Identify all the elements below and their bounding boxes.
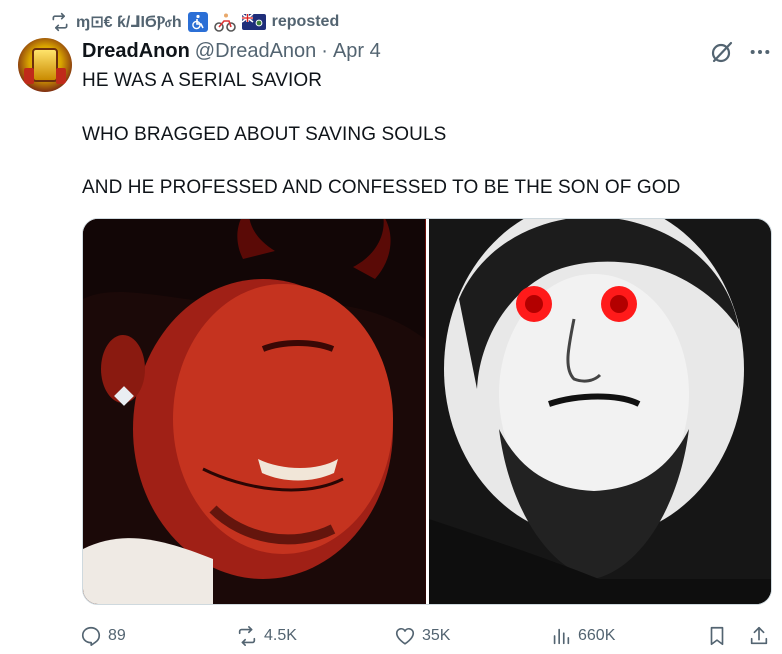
repost-button[interactable]: 4.5K <box>236 622 297 650</box>
avatar[interactable] <box>18 38 72 92</box>
views-count: 660K <box>578 627 616 644</box>
jesus-icon-art <box>428 219 771 604</box>
post-text-line-3: AND HE PROFESSED AND CONFESSED TO BE THE… <box>82 177 681 198</box>
grok-icon[interactable] <box>708 38 736 66</box>
post-actions: 89 4.5K 35K 660K <box>80 622 774 650</box>
cyclist-emoji-icon <box>213 13 236 32</box>
reposter-name[interactable]: ɱ⊡€ ƙ/⅃ΙϬⲢⳝh <box>76 12 182 32</box>
repost-label: reposted <box>271 13 340 30</box>
bookmark-button[interactable] <box>706 622 728 650</box>
devil-portrait-art <box>83 219 425 604</box>
more-icon[interactable] <box>746 38 774 66</box>
reply-count: 89 <box>108 627 126 644</box>
post-date[interactable]: Apr 4 <box>333 40 381 63</box>
repost-context[interactable]: ɱ⊡€ ƙ/⅃ΙϬⲢⳝh reposted <box>50 10 339 34</box>
separator-dot: · <box>321 39 328 62</box>
repost-icon <box>52 12 68 32</box>
reply-button[interactable]: 89 <box>80 622 126 650</box>
flag-emoji-icon <box>241 14 266 30</box>
avatar-art-center <box>32 48 58 82</box>
bookmark-icon <box>710 626 724 646</box>
like-count: 35K <box>422 627 451 644</box>
display-name[interactable]: DreadAnon <box>82 40 190 63</box>
post-media[interactable] <box>82 218 772 605</box>
like-button[interactable]: 35K <box>394 622 450 650</box>
post-header: DreadAnon @DreadAnon · Apr 4 <box>82 38 381 64</box>
wheelchair-emoji-icon <box>187 12 208 32</box>
more-dots-glyph <box>750 49 770 55</box>
repost-count: 4.5K <box>264 627 297 644</box>
handle[interactable]: @DreadAnon <box>195 40 316 63</box>
media-image-jesus-icon[interactable] <box>428 219 771 604</box>
media-image-devil-portrait[interactable] <box>83 219 426 604</box>
avatar-art-left <box>24 68 34 84</box>
post-text-line-2: WHO BRAGGED ABOUT SAVING SOULS <box>82 124 447 145</box>
repost-action-icon <box>238 626 256 646</box>
views-button[interactable]: 660K <box>550 622 615 650</box>
views-icon <box>553 628 570 645</box>
heart-icon <box>395 627 415 645</box>
avatar-art-right <box>56 68 66 84</box>
share-icon <box>750 626 768 645</box>
share-button[interactable] <box>748 622 770 650</box>
reply-icon <box>81 626 101 646</box>
post-text-line-1: HE WAS A SERIAL SAVIOR <box>82 70 323 91</box>
